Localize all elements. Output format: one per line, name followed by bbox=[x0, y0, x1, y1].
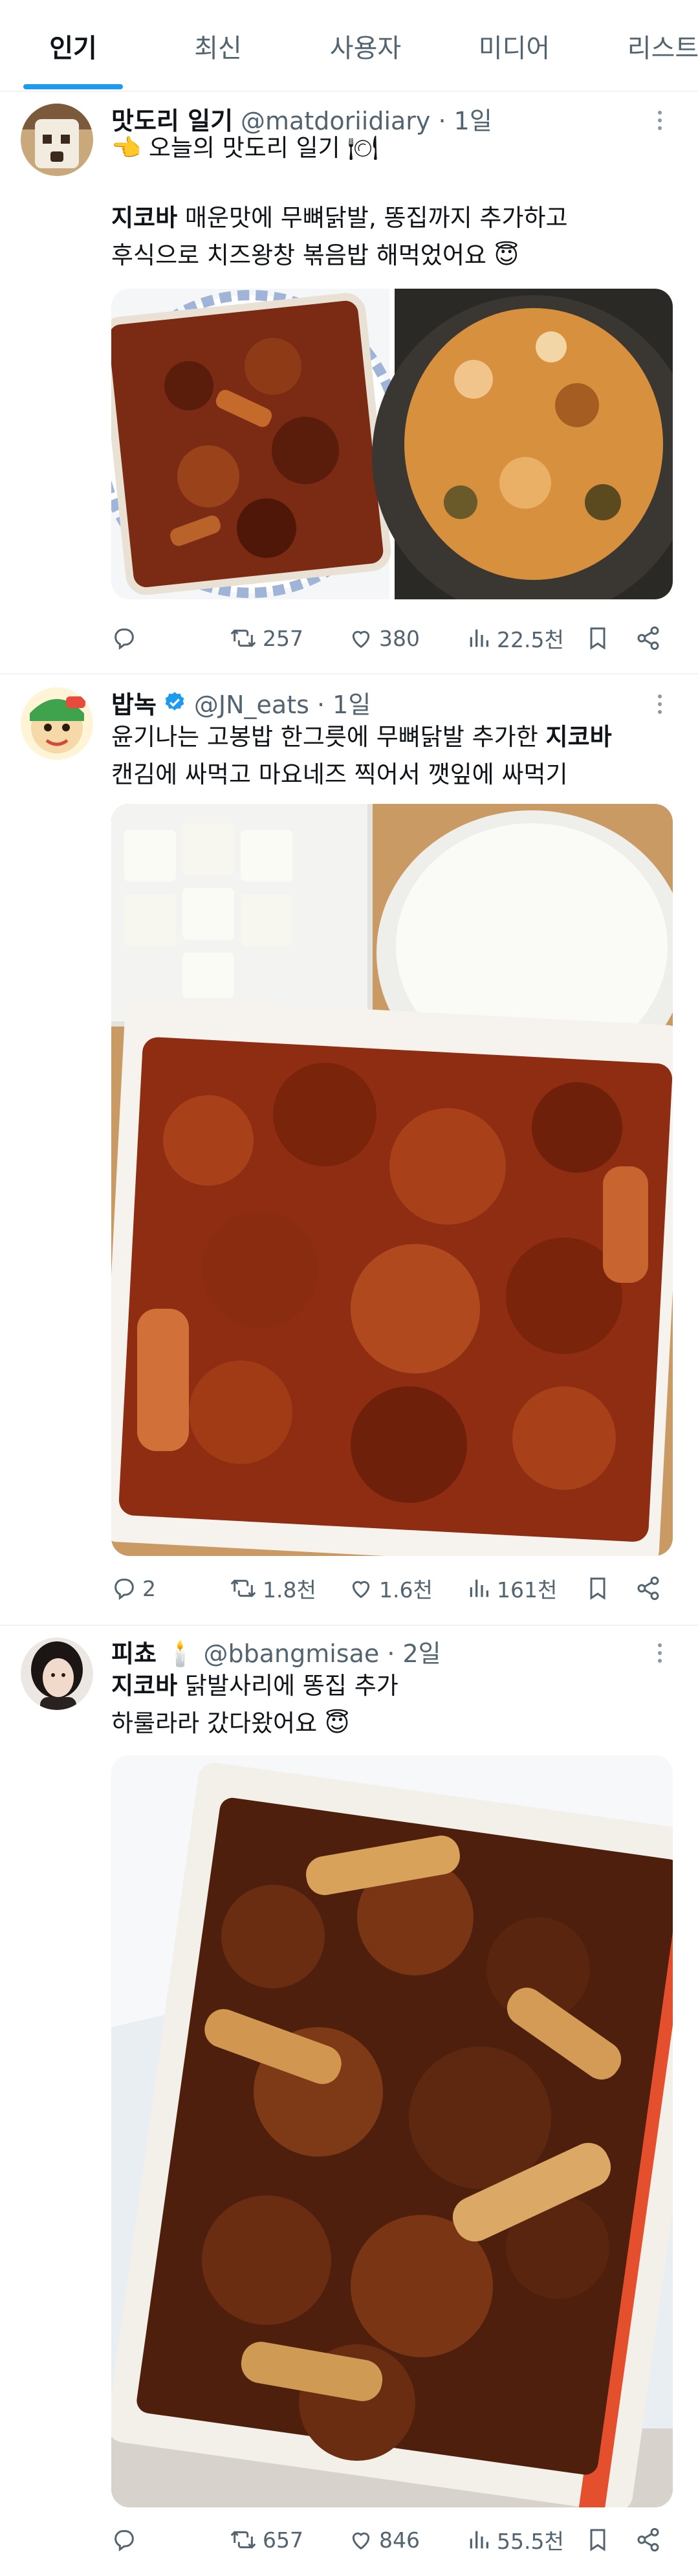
tweet-actions: 657 846 55.5천 bbox=[111, 2520, 668, 2559]
heart-icon bbox=[352, 2532, 370, 2550]
share-button[interactable] bbox=[635, 1569, 666, 1608]
plate-emoji-icon: 🍽 bbox=[347, 134, 378, 162]
heart-icon bbox=[352, 630, 370, 649]
tweet-actions: 257 380 22.5천 bbox=[111, 619, 668, 658]
tweet-text: 👈 오늘의 맛도리 일기 🍽 bbox=[111, 134, 378, 162]
share-button[interactable] bbox=[635, 2520, 666, 2559]
display-name[interactable]: 피쵸 🕯️ bbox=[111, 1634, 195, 1669]
avatar[interactable] bbox=[21, 104, 93, 176]
tab-popular[interactable]: 인기 bbox=[23, 0, 123, 92]
share-icon bbox=[637, 2527, 659, 2552]
tweet-text: 지코바 매운맛에 무뼈닭발, 똥집까지 추가하고 bbox=[111, 204, 568, 232]
hand-emoji-icon: 👈 bbox=[111, 134, 142, 162]
heart-icon bbox=[352, 1581, 370, 1599]
tweet[interactable]: 피쵸 🕯️ @bbangmisae · 2일 지코바 닭발사리에 똥집 추가 하… bbox=[0, 1626, 698, 2576]
reply-icon bbox=[115, 2530, 134, 2551]
share-icon bbox=[637, 626, 659, 650]
bookmark-button[interactable] bbox=[585, 1569, 616, 1608]
photo-spicy-chicken-feet[interactable] bbox=[111, 289, 673, 599]
share-button[interactable] bbox=[635, 619, 666, 658]
more-options-icon[interactable] bbox=[647, 107, 673, 133]
bookmark-icon bbox=[590, 627, 605, 650]
views-icon bbox=[470, 1579, 488, 1597]
retweet-icon bbox=[230, 629, 256, 647]
bookmark-button[interactable] bbox=[585, 619, 616, 658]
reply-button[interactable]: 2 bbox=[111, 1569, 156, 1608]
bookmark-icon bbox=[590, 1577, 605, 1600]
tweet-text: 캔김에 싸먹고 마요네즈 찍어서 깻잎에 싸먹기 bbox=[111, 761, 568, 788]
share-icon bbox=[637, 1576, 659, 1601]
reply-button[interactable] bbox=[111, 619, 142, 658]
avatar[interactable] bbox=[21, 687, 93, 760]
tweet-text: 하룰라라 갔다왔어요 😇 bbox=[111, 1709, 350, 1737]
tweet[interactable]: 맛도리 일기 @matdoriidiary · 1일 👈 오늘의 맛도리 일기 … bbox=[0, 93, 698, 674]
like-button[interactable]: 380 bbox=[348, 619, 420, 658]
tab-latest[interactable]: 최신 bbox=[169, 0, 267, 92]
bookmark-icon bbox=[590, 2529, 605, 2551]
retweet-button[interactable]: 1.8천 bbox=[229, 1569, 316, 1608]
retweet-icon bbox=[230, 1579, 256, 1597]
handle-and-time[interactable]: @JN_eats · 1일 bbox=[194, 685, 371, 720]
display-name[interactable]: 밥녹 bbox=[111, 685, 157, 720]
views-button[interactable]: 161천 bbox=[466, 1569, 557, 1608]
photo-chicken-feet-box[interactable] bbox=[111, 1755, 673, 2507]
avatar[interactable] bbox=[21, 1638, 93, 1710]
tab-people[interactable]: 사용자 bbox=[311, 0, 420, 92]
retweet-button[interactable]: 257 bbox=[229, 619, 303, 658]
handle-and-time[interactable]: @bbangmisae · 2일 bbox=[203, 1634, 441, 1669]
views-icon bbox=[470, 2531, 488, 2549]
bookmark-button[interactable] bbox=[585, 2520, 616, 2559]
like-button[interactable]: 846 bbox=[348, 2520, 420, 2559]
tab-media[interactable]: 미디어 bbox=[459, 0, 569, 92]
reply-button[interactable] bbox=[111, 2520, 142, 2559]
views-button[interactable]: 22.5천 bbox=[466, 619, 564, 658]
views-button[interactable]: 55.5천 bbox=[466, 2520, 564, 2559]
more-options-icon[interactable] bbox=[647, 691, 673, 717]
tweet-text: 지코바 닭발사리에 똥집 추가 bbox=[111, 1672, 398, 1700]
reply-icon bbox=[115, 1579, 134, 1600]
tweet-actions: 2 1.8천 1.6천 161천 bbox=[111, 1569, 668, 1608]
retweet-icon bbox=[230, 2531, 256, 2549]
photo-rice-and-chicken-feet[interactable] bbox=[111, 804, 673, 1556]
tweet-text: 윤기나는 고봉밥 한그릇에 무뼈닭발 추가한 지코바 bbox=[111, 723, 612, 751]
search-tabs: 인기 최신 사용자 미디어 리스트 bbox=[0, 0, 698, 92]
tweet[interactable]: 밥녹 @JN_eats · 1일 윤기나는 고봉밥 한그릇에 무뼈닭발 추가한 … bbox=[0, 674, 698, 1625]
tab-lists[interactable]: 리스트 bbox=[608, 0, 698, 92]
more-options-icon[interactable] bbox=[647, 1640, 673, 1666]
like-button[interactable]: 1.6천 bbox=[348, 1569, 433, 1608]
views-icon bbox=[470, 629, 488, 647]
reply-icon bbox=[115, 628, 134, 650]
tweet-text: 후식으로 치즈왕창 볶음밥 해먹었어요 😇 bbox=[111, 241, 519, 269]
verified-badge-icon bbox=[165, 692, 184, 711]
active-tab-indicator bbox=[23, 84, 123, 89]
media-grid bbox=[111, 289, 673, 599]
retweet-button[interactable]: 657 bbox=[229, 2520, 303, 2559]
